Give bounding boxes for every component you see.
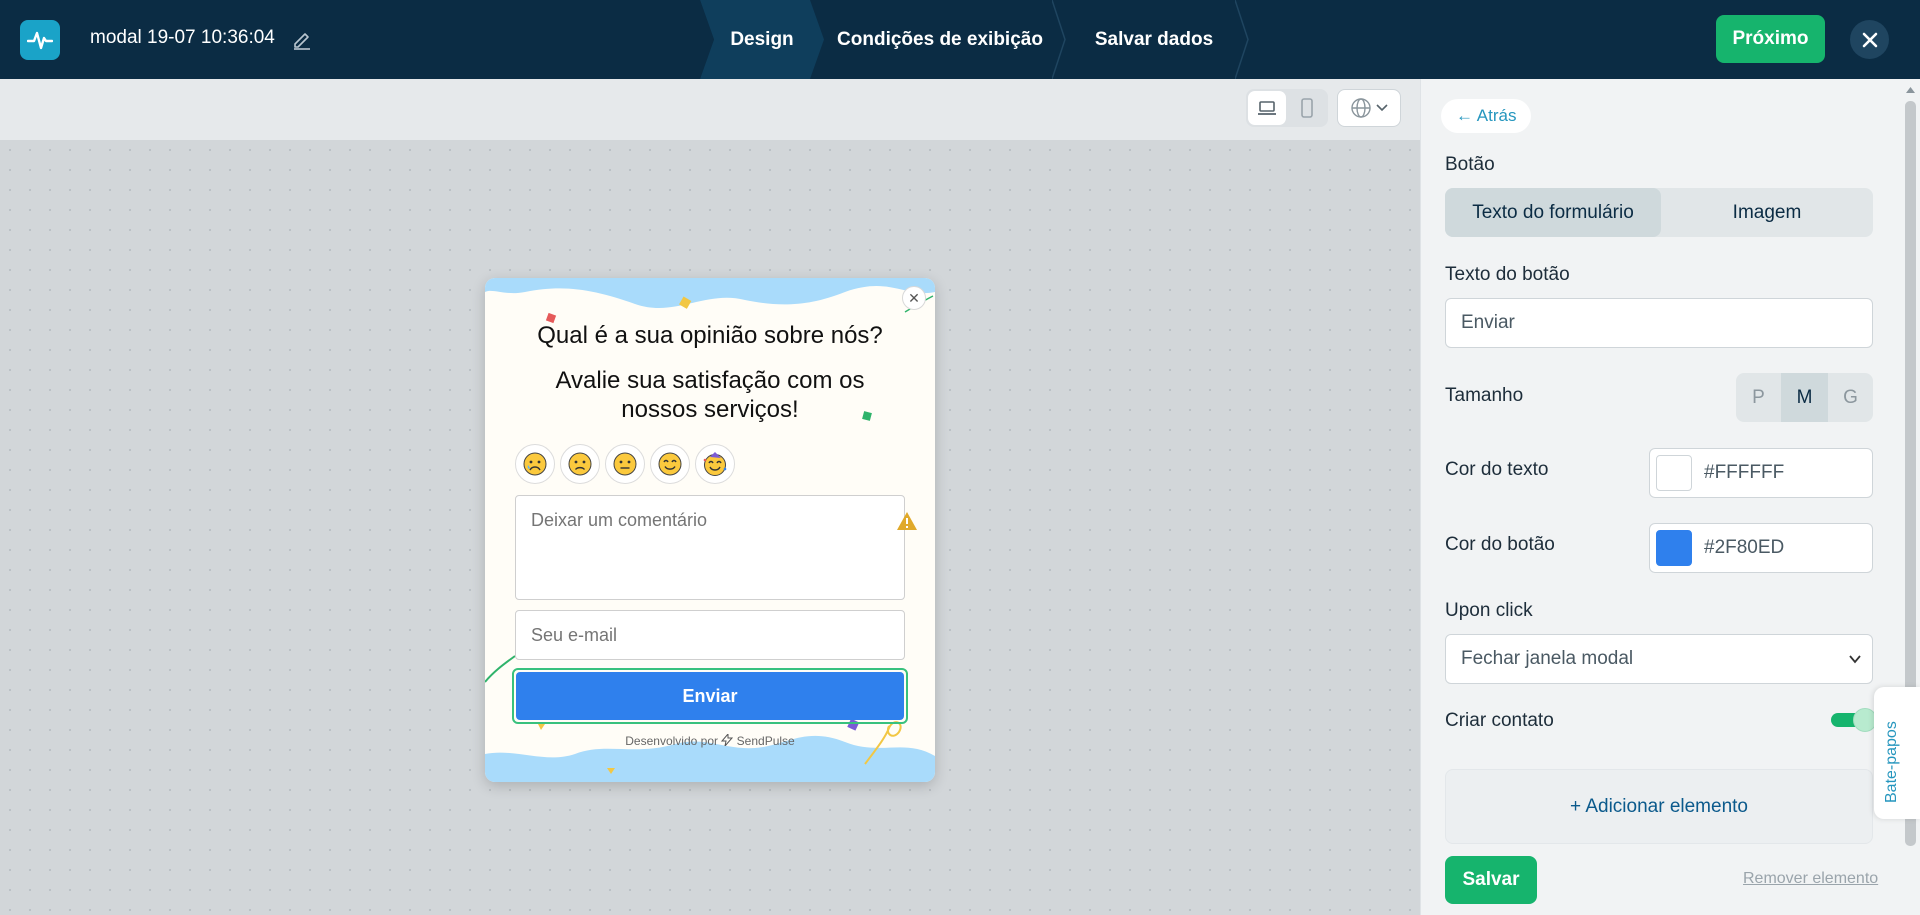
language-select[interactable]: [1337, 89, 1401, 127]
rating-party-icon[interactable]: [695, 444, 735, 484]
step-separator: [1235, 0, 1249, 79]
rating-very-sad-icon[interactable]: [515, 444, 555, 484]
properties-panel: ← Atrás Botão Texto do formulário Imagem…: [1420, 79, 1920, 915]
modal-subtitle[interactable]: Avalie sua satisfação com os nossos serv…: [525, 366, 895, 424]
button-color-swatch[interactable]: [1656, 530, 1692, 566]
back-button[interactable]: ← Atrás: [1441, 99, 1532, 133]
remove-element-link[interactable]: Remover elemento: [1743, 870, 1878, 888]
text-color-swatch[interactable]: [1656, 455, 1692, 491]
size-selector: P M G: [1736, 373, 1873, 422]
chevron-down-icon: [1376, 104, 1388, 112]
pulse-icon: [27, 31, 53, 50]
section-label: Botão: [1445, 154, 1495, 175]
step-display-conditions[interactable]: Condições de exibição: [830, 0, 1050, 79]
size-option-p[interactable]: P: [1736, 373, 1781, 422]
text-color-field[interactable]: #FFFFFF: [1649, 448, 1873, 498]
powered-by[interactable]: Desenvolvido por SendPulse: [485, 732, 935, 748]
text-color-value: #FFFFFF: [1704, 462, 1785, 483]
document-title: modal 19-07 10:36:04: [90, 27, 275, 48]
button-color-value: #2F80ED: [1704, 537, 1785, 558]
device-switcher: [1246, 89, 1328, 127]
size-label: Tamanho: [1445, 385, 1524, 406]
powered-brand: SendPulse: [736, 734, 795, 748]
top-bar: modal 19-07 10:36:04 Design Condições de…: [0, 0, 1920, 79]
size-option-m[interactable]: M: [1781, 373, 1828, 422]
happy-face-icon: [658, 452, 682, 476]
very-sad-face-icon: [523, 452, 547, 476]
warning-icon: [897, 512, 917, 530]
upon-click-value: Fechar janela modal: [1461, 648, 1634, 669]
chats-tab[interactable]: Bate-papos: [1874, 687, 1920, 819]
rating-happy-icon[interactable]: [650, 444, 690, 484]
neutral-face-icon: [613, 452, 637, 476]
lightning-icon: [721, 732, 734, 748]
party-face-icon: [703, 452, 727, 476]
content-type-tabs: Texto do formulário Imagem: [1445, 188, 1873, 237]
chevron-down-icon: [1849, 655, 1861, 664]
email-input[interactable]: [515, 610, 905, 660]
size-option-g[interactable]: G: [1828, 373, 1873, 422]
modal-close-button[interactable]: ✕: [902, 286, 926, 310]
globe-icon: [1351, 98, 1371, 118]
button-text-input[interactable]: [1445, 298, 1873, 348]
step-design[interactable]: Design: [714, 0, 810, 79]
powered-prefix: Desenvolvido por: [625, 734, 718, 748]
send-button[interactable]: Enviar: [516, 672, 904, 720]
save-button[interactable]: Salvar: [1445, 856, 1537, 904]
rating-neutral-icon[interactable]: [605, 444, 645, 484]
phone-icon: [1301, 98, 1313, 118]
button-color-field[interactable]: #2F80ED: [1649, 523, 1873, 573]
laptop-icon: [1258, 101, 1276, 115]
button-text-label: Texto do botão: [1445, 264, 1570, 285]
tab-image[interactable]: Imagem: [1661, 188, 1873, 237]
scroll-up-icon: [1906, 87, 1915, 93]
rating-emojis: [515, 444, 735, 484]
step-save-data[interactable]: Salvar dados: [1075, 0, 1233, 79]
text-color-label: Cor do texto: [1445, 459, 1549, 480]
create-contact-toggle[interactable]: [1831, 708, 1877, 732]
send-button-selection-frame: Enviar: [512, 668, 908, 724]
comment-textarea[interactable]: [515, 495, 905, 600]
mobile-view-button[interactable]: [1288, 91, 1326, 125]
next-button[interactable]: Próximo: [1716, 15, 1825, 63]
close-icon: [1862, 32, 1877, 47]
chats-tab-label: Bate-papos: [1883, 721, 1900, 803]
rating-sad-icon[interactable]: [560, 444, 600, 484]
sendpulse-logo[interactable]: [20, 20, 60, 60]
step-separator: [1052, 0, 1066, 79]
tab-form-text[interactable]: Texto do formulário: [1445, 188, 1661, 237]
panel-footer: Salvar Remover elemento: [1421, 844, 1920, 915]
pencil-icon[interactable]: [290, 27, 314, 51]
desktop-view-button[interactable]: [1248, 91, 1286, 125]
button-color-label: Cor do botão: [1445, 534, 1555, 555]
upon-click-select[interactable]: Fechar janela modal: [1445, 634, 1873, 684]
canvas-toolbar: [0, 79, 1420, 140]
sad-face-icon: [568, 452, 592, 476]
add-element-button[interactable]: + Adicionar elemento: [1445, 769, 1873, 844]
close-editor-button[interactable]: [1850, 20, 1889, 59]
modal-title[interactable]: Qual é a sua opinião sobre nós?: [485, 322, 935, 350]
upon-click-label: Upon click: [1445, 600, 1533, 621]
modal-preview[interactable]: ✕ Qual é a sua opinião sobre nós? Avalie…: [485, 278, 935, 782]
create-contact-label: Criar contato: [1445, 710, 1554, 731]
